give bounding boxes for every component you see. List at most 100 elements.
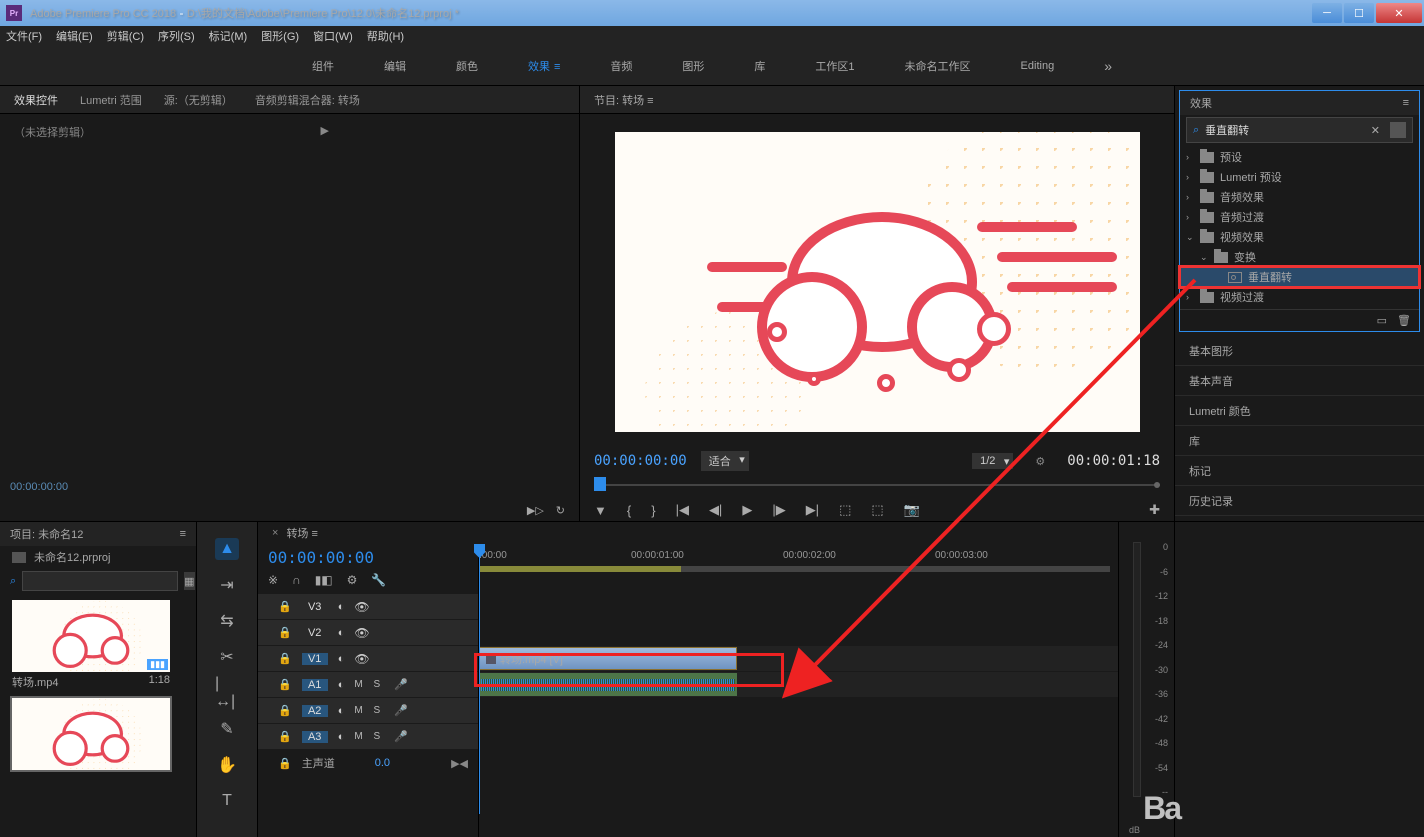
ws-audio[interactable]: 音频 [600, 54, 642, 78]
track-header-a3[interactable]: 🔒A3◐M S🎤 [258, 724, 478, 750]
ws-effects[interactable]: 效果 [518, 54, 570, 78]
zoom-dropdown[interactable]: 1/2 [972, 453, 1013, 469]
panel-history[interactable]: 历史记录 [1175, 486, 1424, 516]
tab-audio-clip-mixer[interactable]: 音频剪辑混合器: 转场 [255, 92, 360, 108]
program-title[interactable]: 节目: 转场 ≡ [594, 92, 654, 108]
loop-icon[interactable]: ↻ [556, 504, 565, 517]
tree-lumetri-presets[interactable]: ›Lumetri 预设 [1180, 167, 1419, 187]
add-marker-icon[interactable]: ▮◧ [315, 573, 333, 587]
menu-file[interactable]: 文件(F) [6, 28, 42, 44]
track-lane-a3[interactable] [479, 724, 1118, 750]
effects-panel-title[interactable]: 效果 [1190, 95, 1212, 111]
export-frame-icon[interactable]: 📷 [904, 502, 920, 518]
project-item[interactable] [12, 698, 170, 770]
track-header-v3[interactable]: 🔒V3◐👁 [258, 594, 478, 620]
video-preview[interactable] [615, 132, 1140, 432]
snap-icon[interactable]: ※ [268, 573, 278, 587]
track-master[interactable]: 🔒主声道0.0▶◀ [258, 750, 478, 776]
close-sequence-icon[interactable]: × [272, 527, 278, 539]
step-back-icon[interactable]: ◀| [709, 502, 722, 518]
extract-icon[interactable]: ⬚ [871, 502, 883, 518]
filter-icon[interactable]: ▦ [184, 572, 194, 590]
menu-clip[interactable]: 剪辑(C) [107, 28, 144, 44]
project-item[interactable]: ▮▮▮ 转场.mp4 1:18 [12, 600, 170, 692]
clear-search-icon[interactable]: ✕ [1371, 124, 1380, 137]
tree-audio-effects[interactable]: ›音频效果 [1180, 187, 1419, 207]
panel-essential-sound[interactable]: 基本声音 [1175, 366, 1424, 396]
go-to-in-icon[interactable]: |◀ [676, 502, 689, 518]
program-scrubber[interactable] [594, 477, 1160, 493]
toggle-view-icon[interactable]: ▶▷ [527, 504, 544, 517]
track-lane-a2[interactable] [479, 698, 1118, 724]
panel-markers[interactable]: 标记 [1175, 456, 1424, 486]
panel-menu-icon[interactable]: ≡ [1403, 97, 1409, 109]
maximize-button[interactable]: ☐ [1344, 3, 1374, 23]
fit-dropdown[interactable]: 适合 [701, 451, 749, 471]
hand-tool-icon[interactable]: ✋ [215, 754, 239, 776]
track-select-tool-icon[interactable]: ⇥ [215, 574, 239, 596]
timeline-ruler[interactable]: :00:00 00:00:01:00 00:00:02:00 00:00:03:… [478, 544, 1118, 594]
program-timecode-left[interactable]: 00:00:00:00 [594, 453, 687, 469]
go-to-out-icon[interactable]: ▶| [806, 502, 819, 518]
ws-unnamed[interactable]: 未命名工作区 [895, 54, 981, 78]
tab-source[interactable]: 源:（无剪辑） [164, 92, 233, 108]
menu-marker[interactable]: 标记(M) [209, 28, 248, 44]
tree-audio-transitions[interactable]: ›音频过渡 [1180, 207, 1419, 227]
panel-essential-graphics[interactable]: 基本图形 [1175, 336, 1424, 366]
ws-graphics[interactable]: 图形 [672, 54, 714, 78]
project-title[interactable]: 项目: 未命名12 [10, 526, 83, 542]
add-marker-icon[interactable]: ▼ [594, 503, 607, 518]
effects-search-input[interactable] [1205, 124, 1365, 136]
ws-libraries[interactable]: 库 [744, 54, 775, 78]
tab-effect-controls[interactable]: 效果控件 [14, 92, 58, 108]
step-forward-icon[interactable]: |▶ [772, 502, 785, 518]
mark-in-icon[interactable]: { [627, 503, 631, 518]
panel-libraries[interactable]: 库 [1175, 426, 1424, 456]
wrench-icon[interactable]: 🔧 [371, 573, 386, 587]
track-header-a1[interactable]: 🔒A1◐M S🎤 [258, 672, 478, 698]
tab-lumetri-scopes[interactable]: Lumetri 范围 [80, 92, 142, 108]
tree-video-effects[interactable]: ⌄视频效果 [1180, 227, 1419, 247]
track-lane-v3[interactable] [479, 594, 1118, 620]
slip-tool-icon[interactable]: |↔| [215, 682, 239, 704]
linked-selection-icon[interactable]: ∩ [292, 573, 301, 587]
ws-assembly[interactable]: 组件 [302, 54, 344, 78]
sequence-tab[interactable]: 转场 ≡ [286, 525, 317, 541]
panel-menu-icon[interactable]: ≡ [180, 528, 186, 540]
menu-sequence[interactable]: 序列(S) [158, 28, 195, 44]
minimize-button[interactable]: ─ [1312, 3, 1342, 23]
track-header-v2[interactable]: 🔒V2◐👁 [258, 620, 478, 646]
settings-icon[interactable]: ⚙ [347, 573, 358, 587]
menu-window[interactable]: 窗口(W) [313, 28, 353, 44]
track-header-a2[interactable]: 🔒A2◐M S🎤 [258, 698, 478, 724]
menu-edit[interactable]: 编辑(E) [56, 28, 93, 44]
button-editor-icon[interactable]: ✚ [1149, 502, 1160, 518]
ws-editing-en[interactable]: Editing [1011, 56, 1065, 76]
menu-help[interactable]: 帮助(H) [367, 28, 404, 44]
tree-transform[interactable]: ⌄变换 [1180, 247, 1419, 267]
menu-graphics[interactable]: 图形(G) [261, 28, 299, 44]
delete-icon[interactable]: 🗑 [1397, 314, 1411, 327]
type-tool-icon[interactable]: T [215, 790, 239, 812]
project-search-input[interactable] [22, 571, 178, 591]
track-lane-master[interactable] [479, 750, 1118, 776]
pen-tool-icon[interactable]: ✎ [215, 718, 239, 740]
play-icon[interactable]: ▶ [742, 502, 752, 518]
timeline-timecode[interactable]: 00:00:00:00 [268, 548, 468, 567]
track-header-v1[interactable]: 🔒V1◐👁 [258, 646, 478, 672]
mark-out-icon[interactable]: } [651, 503, 655, 518]
tree-video-transitions[interactable]: ›视频过渡 [1180, 287, 1419, 307]
panel-lumetri-color[interactable]: Lumetri 颜色 [1175, 396, 1424, 426]
lift-icon[interactable]: ⬚ [839, 502, 851, 518]
razor-tool-icon[interactable]: ✂ [215, 646, 239, 668]
track-lane-v2[interactable] [479, 620, 1118, 646]
ws-custom1[interactable]: 工作区1 [805, 54, 864, 78]
tree-vertical-flip[interactable]: 垂直翻转 [1180, 267, 1419, 287]
tree-presets[interactable]: ›预设 [1180, 147, 1419, 167]
new-bin-icon[interactable] [1390, 122, 1406, 138]
ws-overflow[interactable]: » [1094, 54, 1122, 78]
close-button[interactable]: ✕ [1376, 3, 1422, 23]
ws-editing[interactable]: 编辑 [374, 54, 416, 78]
settings-icon[interactable]: ⚙ [1035, 455, 1045, 468]
selection-tool-icon[interactable]: ▲ [215, 538, 239, 560]
